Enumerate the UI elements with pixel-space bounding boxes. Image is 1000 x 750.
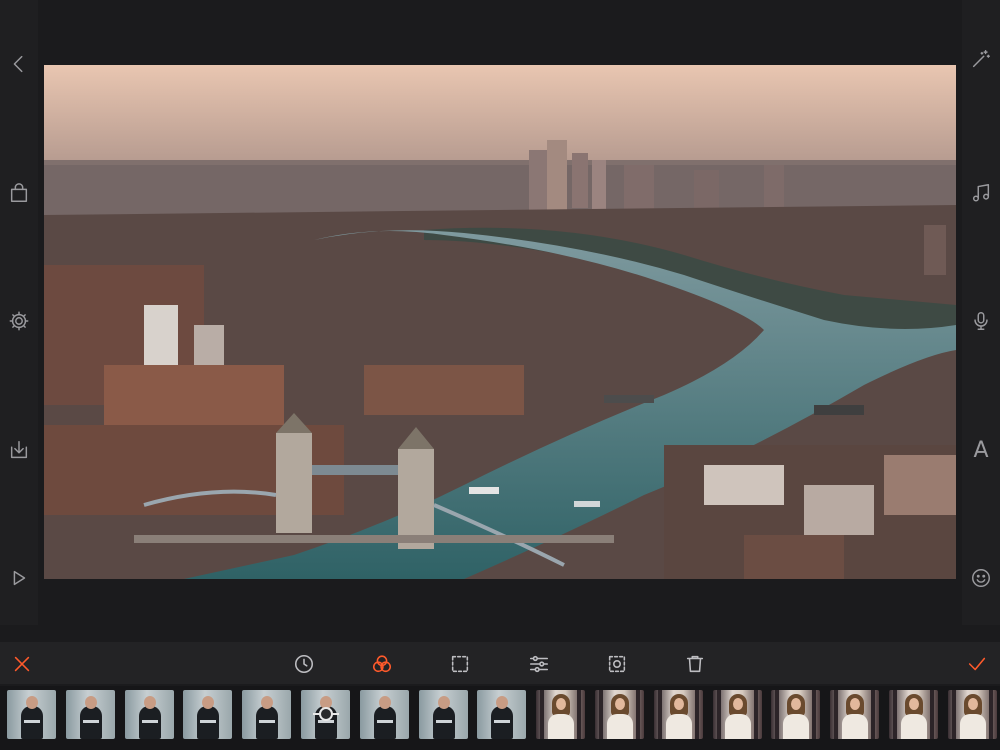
gear-icon (9, 311, 29, 331)
timeline-playhead[interactable] (313, 704, 339, 724)
video-preview[interactable] (44, 65, 956, 579)
timeline-filmstrip[interactable] (0, 686, 1000, 750)
text-icon: A (973, 437, 989, 463)
filmstrip-thumbnail[interactable] (418, 690, 468, 739)
filmstrip-thumbnail[interactable] (242, 690, 292, 739)
speed-button[interactable] (291, 651, 317, 677)
filmstrip-thumbnail[interactable] (830, 690, 880, 739)
filmstrip-thumbnail[interactable] (359, 690, 409, 739)
sticker-button[interactable] (967, 564, 995, 592)
play-button[interactable] (5, 564, 33, 592)
filmstrip-thumbnail[interactable] (889, 690, 938, 739)
filmstrip-thumbnail[interactable] (595, 690, 644, 739)
download-icon (10, 441, 28, 459)
filmstrip-thumbnail[interactable] (712, 690, 762, 739)
checkmark-icon (968, 657, 986, 671)
play-icon (13, 570, 26, 586)
crop-icon (451, 655, 469, 673)
close-icon (14, 656, 30, 672)
filmstrip-thumbnail[interactable] (65, 690, 115, 739)
shopping-bag-icon (10, 183, 28, 202)
back-icon (13, 55, 23, 73)
filmstrip-thumbnail[interactable] (771, 690, 821, 739)
auto-enhance-button[interactable] (967, 45, 995, 73)
back-button[interactable] (5, 50, 33, 78)
adjust-icon (529, 655, 549, 673)
left-sidebar (0, 0, 38, 625)
filmstrip-thumbnail[interactable] (183, 690, 233, 739)
right-sidebar: A (962, 0, 1000, 625)
filmstrip-thumbnail[interactable] (124, 690, 174, 739)
filmstrip-thumbnail[interactable] (653, 690, 703, 739)
filters-icon (372, 655, 392, 673)
trash-icon (686, 655, 704, 673)
settings-button[interactable] (5, 307, 33, 335)
export-button[interactable] (5, 436, 33, 464)
music-note-icon (972, 184, 990, 202)
adjust-button[interactable] (526, 651, 552, 677)
text-button[interactable]: A (967, 436, 995, 464)
voiceover-button[interactable] (967, 307, 995, 335)
speed-icon (294, 654, 314, 674)
filmstrip-thumbnail[interactable] (536, 690, 586, 739)
focus-button[interactable] (604, 651, 630, 677)
edit-toolbar (0, 642, 1000, 684)
filmstrip-thumbnail[interactable] (477, 690, 527, 739)
microphone-icon (974, 312, 988, 330)
focus-icon (608, 655, 626, 673)
preview-image (44, 65, 956, 579)
delete-button[interactable] (682, 651, 708, 677)
filmstrip-thumbnail[interactable] (947, 690, 997, 739)
music-button[interactable] (967, 179, 995, 207)
cancel-button[interactable] (9, 651, 35, 677)
emoji-icon (972, 569, 990, 587)
store-button[interactable] (5, 179, 33, 207)
filters-button[interactable] (369, 651, 395, 677)
filmstrip-thumbnail[interactable] (7, 690, 56, 739)
crop-button[interactable] (447, 651, 473, 677)
magic-wand-icon (972, 50, 990, 68)
confirm-button[interactable] (964, 651, 990, 677)
